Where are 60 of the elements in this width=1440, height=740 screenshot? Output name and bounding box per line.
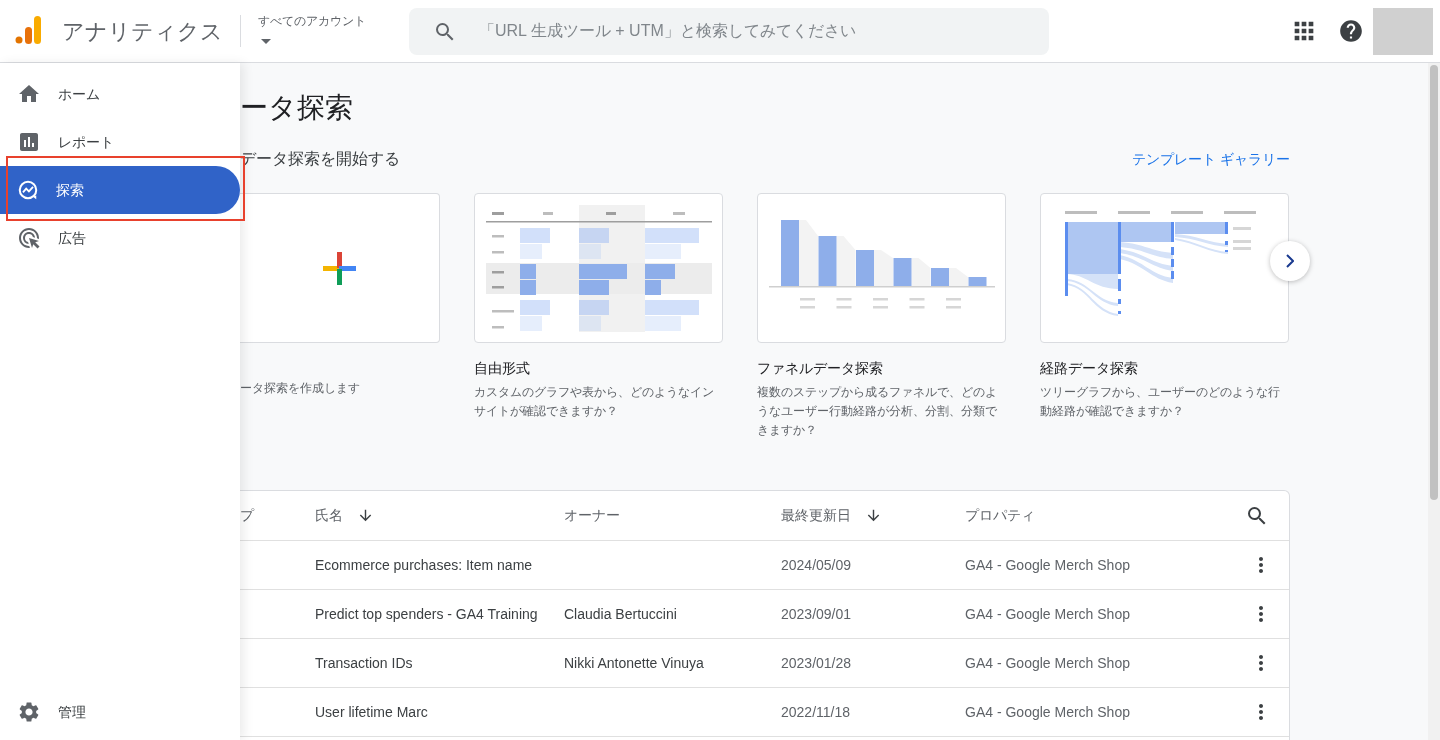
table-cell[interactable]: User lifetime Marc <box>315 703 428 720</box>
column-header[interactable]: プロパティ <box>965 505 1035 526</box>
trend-circle-icon <box>17 179 39 201</box>
label-placeholder <box>872 298 888 309</box>
add-icon <box>323 251 356 285</box>
funnel-bar <box>893 258 911 286</box>
label-placeholder <box>836 298 851 309</box>
logo-icon <box>15 15 41 45</box>
template-title: ファネルデータ探索 <box>757 359 884 378</box>
caret-icon <box>261 39 271 44</box>
template-description: ツリーグラフから、ユーザーのどのような行動経路が確認できますか？ <box>1040 384 1281 420</box>
next-button[interactable] <box>1270 241 1310 281</box>
chevron-right-icon <box>1286 254 1294 268</box>
table-cell: GA4 - Google Merch Shop <box>965 703 1130 720</box>
template-description: カスタムのグラフや表から、どのようなインサイトが確認できますか？ <box>474 384 715 420</box>
table-cell: GA4 - Google Merch Shop <box>965 654 1130 671</box>
table-cell[interactable]: Ecommerce purchases: Item name <box>315 556 533 573</box>
template-title: 経路データ探索 <box>1040 359 1139 378</box>
search-field[interactable]: 「URL 生成ツール + UTM」と検索してみてください <box>409 7 1049 55</box>
label-placeholder <box>799 298 815 309</box>
table-cell: 2023/01/28 <box>781 654 852 671</box>
template-title: 自由形式 <box>474 359 531 378</box>
column-header[interactable]: オーナー <box>564 505 620 526</box>
funnel-bar <box>780 220 799 286</box>
column-header[interactable]: プ <box>240 505 254 526</box>
bar-chart-icon <box>17 130 41 154</box>
sort-arrow-icon[interactable] <box>357 507 374 524</box>
page-title: ータ探索 <box>240 91 354 125</box>
product-name: アナリティクス <box>62 17 223 46</box>
nav-item[interactable]: 探索 <box>0 166 240 214</box>
funnel-bar <box>818 236 836 286</box>
nav-item[interactable]: 広告 <box>0 214 240 262</box>
scrollbar[interactable] <box>1428 63 1440 740</box>
funnel-bar <box>968 277 986 286</box>
table-cell[interactable]: Predict top spenders - GA4 Training <box>315 605 538 622</box>
settings-icon <box>17 700 41 724</box>
template-description: ータ探索を作成します <box>240 380 361 397</box>
funnel-dropoff <box>948 268 968 286</box>
nav-item[interactable]: レポート <box>0 118 240 166</box>
nav-item[interactable]: ホーム <box>0 70 240 118</box>
column-header[interactable]: 最終更新日 <box>781 505 851 526</box>
table-cell: 2024/05/09 <box>781 556 852 573</box>
cursor-click-icon <box>17 226 41 250</box>
label-placeholder <box>909 298 924 309</box>
table-cell: Claudia Bertuccini <box>564 605 677 622</box>
table-cell: 2023/09/01 <box>781 605 852 622</box>
column-header[interactable]: 氏名 <box>315 505 343 526</box>
sort-arrow-icon[interactable] <box>865 507 882 524</box>
table-cell: GA4 - Google Merch Shop <box>965 605 1130 622</box>
account-selector[interactable]: すべてのアカウント <box>258 0 388 44</box>
table-cell: 2022/11/18 <box>781 703 851 720</box>
template-description: 複数のステップから成るファネルで、どのようなユーザー行動経路が分析、分割、分類できますか？ <box>757 384 998 439</box>
nav-item[interactable]: 管理 <box>0 688 240 736</box>
gallery-link[interactable]: テンプレート ギャラリー <box>1132 148 1290 170</box>
label-placeholder <box>945 298 961 309</box>
table-cell[interactable]: Transaction IDs <box>315 654 413 671</box>
funnel-dropoff <box>911 258 930 286</box>
table-cell: GA4 - Google Merch Shop <box>965 556 1130 573</box>
table-cell: Nikki Antonette Vinuya <box>564 654 704 671</box>
help-icon[interactable] <box>1338 18 1364 44</box>
